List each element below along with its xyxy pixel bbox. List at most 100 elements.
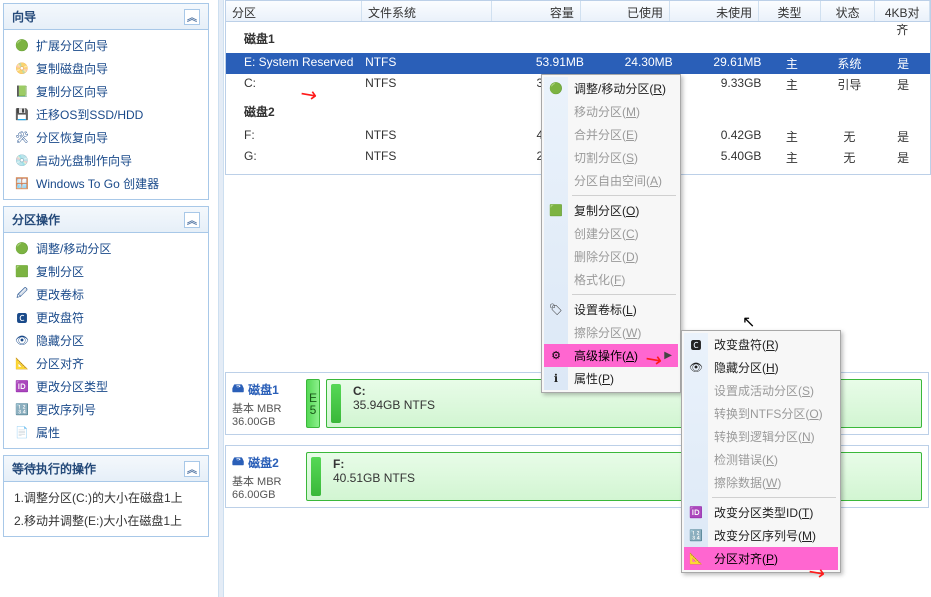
menu-item-icon — [548, 226, 564, 242]
sidebar-item[interactable]: 🟩复制分区 — [4, 260, 208, 283]
item-label: 分区对齐 — [36, 355, 84, 372]
menu-item[interactable]: 👁隐藏分区(H) — [684, 356, 838, 379]
sidebar-item[interactable]: 🔢 更改序列号 — [4, 398, 208, 421]
sidebar-item[interactable]: 🖉更改卷标 — [4, 283, 208, 306]
menu-item: 擦除分区(W) — [544, 321, 678, 344]
col-type[interactable]: 类型 — [759, 1, 821, 21]
cell-part: G: — [244, 149, 365, 166]
vertical-divider[interactable] — [218, 0, 224, 597]
context-menu-main[interactable]: 🟢调整/移动分区(R)移动分区(M)合并分区(E)切割分区(S)分区自由空间(A… — [541, 74, 681, 393]
table-row[interactable]: E: System ReservedNTFS53.91MB24.30MB29.6… — [226, 53, 930, 74]
sidebar-item[interactable]: 🟢调整/移动分区 — [4, 237, 208, 260]
chevron-up-icon[interactable]: ︽ — [184, 9, 200, 25]
menu-item[interactable]: 🟢 调整/移动分区(R) — [544, 77, 678, 100]
seg-sub: 40.51GB NTFS — [333, 471, 415, 485]
menu-item[interactable]: 🏷设置卷标(L) — [544, 298, 678, 321]
menu-item-icon: 🟢 — [548, 81, 564, 97]
item-icon: 🆔 — [14, 379, 30, 395]
ops-header[interactable]: 分区操作 ︽ — [4, 207, 208, 233]
menu-item[interactable]: 📐分区对齐(P) — [684, 547, 838, 570]
menu-separator — [572, 195, 676, 196]
menu-item[interactable]: 🅲改变盘符(R) — [684, 333, 838, 356]
menu-item[interactable]: 🆔改变分区类型ID(T) — [684, 501, 838, 524]
item-label: 更改序列号 — [36, 401, 96, 418]
context-submenu-advanced[interactable]: 🅲改变盘符(R)👁隐藏分区(H)设置成活动分区(S)转换到NTFS分区(O)转换… — [681, 330, 841, 573]
sidebar-item[interactable]: 💾迁移OS到SSD/HDD — [4, 103, 208, 126]
chevron-up-icon[interactable]: ︽ — [184, 212, 200, 228]
diskmap-seg-e[interactable]: E5 — [306, 379, 320, 428]
item-label: 分区恢复向导 — [36, 129, 108, 146]
cell-part: E: System Reserved — [244, 55, 365, 72]
cell-fs: NTFS — [365, 55, 495, 72]
menu-item: 设置成活动分区(S) — [684, 379, 838, 402]
menu-item-icon — [548, 127, 564, 143]
item-icon: 📗 — [14, 84, 30, 100]
cell-type: 主 — [761, 128, 822, 145]
pending-item[interactable]: 2.移动并调整(E:)大小在磁盘1上 — [4, 509, 208, 532]
sidebar-item[interactable]: 📐 分区对齐 — [4, 352, 208, 375]
item-icon: 🛠 — [14, 130, 30, 146]
sidebar-item[interactable]: 📀 复制磁盘向导 — [4, 57, 208, 80]
menu-item-label: 调整/移动分区(R) — [574, 80, 666, 97]
item-icon: 📐 — [14, 356, 30, 372]
item-icon: 📀 — [14, 61, 30, 77]
menu-item-icon — [688, 429, 704, 445]
item-label: 更改卷标 — [36, 286, 84, 303]
diskmap-title: 磁盘1 — [248, 381, 279, 398]
sidebar-item[interactable]: 🟢扩展分区向导 — [4, 34, 208, 57]
menu-item-label: 改变盘符(R) — [714, 336, 779, 353]
sidebar-item[interactable]: 👁隐藏分区 — [4, 329, 208, 352]
sidebar-item[interactable]: 🛠 分区恢复向导 — [4, 126, 208, 149]
sidebar-item[interactable]: 💿启动光盘制作向导 — [4, 149, 208, 172]
menu-item[interactable]: 🟩复制分区(O) — [544, 199, 678, 222]
diskmap-info: 🖴磁盘1基本 MBR36.00GB — [232, 379, 300, 428]
menu-item[interactable]: 🔢改变分区序列号(M) — [684, 524, 838, 547]
cell-part: F: — [244, 128, 365, 145]
menu-item-label: 删除分区(D) — [574, 248, 639, 265]
menu-item-icon — [548, 249, 564, 265]
item-label: Windows To Go 创建器 — [36, 175, 159, 192]
menu-item[interactable]: ℹ属性(P) — [544, 367, 678, 390]
menu-item-label: 格式化(F) — [574, 271, 625, 288]
sidebar-item[interactable]: 🅲更改盘符 — [4, 306, 208, 329]
chevron-up-icon[interactable]: ︽ — [184, 461, 200, 477]
wizard-header[interactable]: 向导 ︽ — [4, 4, 208, 30]
menu-item: 转换到NTFS分区(O) — [684, 402, 838, 425]
item-label: 更改盘符 — [36, 309, 84, 326]
item-label: 复制磁盘向导 — [36, 60, 108, 77]
menu-item-icon — [688, 406, 704, 422]
menu-item: 分区自由空间(A) — [544, 169, 678, 192]
sidebar-item[interactable]: 📗 复制分区向导 — [4, 80, 208, 103]
pending-item[interactable]: 1.调整分区(C:)的大小在磁盘1上 — [4, 486, 208, 509]
item-icon: 🟩 — [14, 264, 30, 280]
menu-item-label: 设置成活动分区(S) — [714, 382, 814, 399]
col-status[interactable]: 状态 — [821, 1, 876, 21]
col-capacity[interactable]: 容量 — [492, 1, 581, 21]
sidebar-item[interactable]: 🪟 Windows To Go 创建器 — [4, 172, 208, 195]
item-icon: 🪟 — [14, 176, 30, 192]
col-4k[interactable]: 4KB对齐 — [875, 1, 930, 21]
item-label: 复制分区向导 — [36, 83, 108, 100]
cell-stat: 引导 — [822, 76, 876, 93]
col-filesystem[interactable]: 文件系统 — [362, 1, 492, 21]
cell-fs: NTFS — [365, 76, 495, 93]
menu-item-icon: 🟩 — [548, 203, 564, 219]
cell-k4: 是 — [876, 55, 930, 72]
ops-panel: 分区操作 ︽ 🟢调整/移动分区🟩复制分区🖉更改卷标🅲更改盘符👁隐藏分区 📐 分区对齐… — [3, 206, 209, 449]
menu-item: 擦除数据(W) — [684, 471, 838, 494]
col-partition[interactable]: 分区 — [226, 1, 362, 21]
cell-k4: 是 — [876, 76, 930, 93]
sidebar-item[interactable]: 🆔更改分区类型 — [4, 375, 208, 398]
col-used[interactable]: 已使用 — [581, 1, 670, 21]
item-icon: 🔢 — [14, 402, 30, 418]
disk-icon: 🖴 — [232, 452, 244, 473]
pending-header[interactable]: 等待执行的操作 ︽ — [4, 456, 208, 482]
disk-icon: 🖴 — [232, 379, 244, 400]
menu-item-icon: 👁 — [688, 360, 704, 376]
sidebar-item[interactable]: 📄属性 — [4, 421, 208, 444]
cell-fs: NTFS — [365, 128, 495, 145]
menu-item[interactable]: ⚙高级操作(A)▶ — [544, 344, 678, 367]
item-icon: 💿 — [14, 153, 30, 169]
col-free[interactable]: 未使用 — [670, 1, 759, 21]
cell-stat: 系统 — [822, 55, 876, 72]
